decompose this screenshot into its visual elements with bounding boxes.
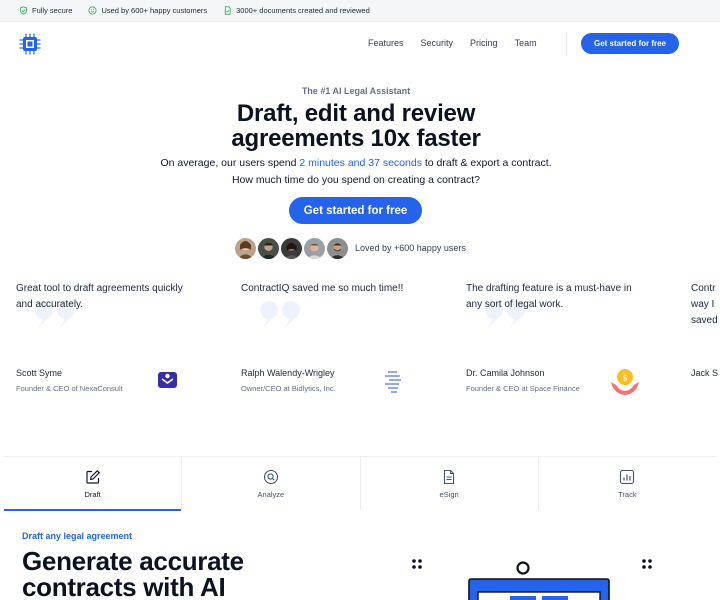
testimonial-role: Owner/CEO at Bidlytics, Inc. — [241, 384, 336, 393]
svg-text:$: $ — [622, 374, 628, 384]
nav-get-started-button[interactable]: Get started for free — [581, 33, 679, 54]
hero-title-line-2: agreements 10x faster — [231, 125, 481, 152]
trust-item-secure: Fully secure — [19, 6, 72, 15]
bar-chart-icon — [620, 469, 635, 484]
section-eyebrow: Draft any legal agreement — [22, 531, 133, 541]
testimonial-name: Ralph Walendy-Wrigley — [241, 368, 335, 378]
testimonial-role: Founder & CEO at Space Finance — [466, 384, 580, 393]
tab-label: Track — [618, 489, 637, 499]
nexaconsult-logo — [158, 372, 177, 388]
main-navbar: Features Security Pricing Team Get start… — [0, 22, 720, 68]
dots-icon — [412, 559, 422, 569]
trust-item-documents: 3000+ documents created and reviewed — [223, 6, 370, 15]
nav-link-team[interactable]: Team — [515, 38, 537, 48]
document-field — [542, 596, 568, 600]
testimonial-quote: Great tool to draft agreements quickly a… — [16, 283, 183, 310]
avatar — [279, 236, 304, 261]
smile-icon — [88, 6, 97, 15]
trust-item-label: Used by 600+ happy customers — [101, 6, 208, 15]
search-icon — [263, 469, 278, 484]
shield-check-icon — [20, 6, 27, 15]
document-check-icon — [225, 6, 231, 15]
hero-sub-text: On average, our users spend — [160, 157, 300, 169]
section-title-line-2: contracts with AI — [22, 572, 226, 600]
chip-logo-icon[interactable] — [18, 32, 42, 56]
hero-title: Draft, edit and review agreements 10x fa… — [0, 101, 712, 151]
loved-by-text: Loved by +600 happy users — [355, 243, 466, 253]
trust-item-label: Fully secure — [32, 6, 73, 15]
pin-icon — [516, 561, 530, 575]
space-finance-logo: $ — [611, 369, 639, 395]
hero-eyebrow: The #1 AI Legal Assistant — [301, 86, 411, 96]
section-title: Generate accurate contracts with AI — [22, 548, 244, 600]
nav-link-security[interactable]: Security — [421, 38, 454, 48]
testimonial-quote: The drafting feature is a must-have in a… — [466, 283, 632, 310]
section-title-line-1: Generate accurate — [22, 546, 244, 576]
testimonial-quote: ContractIQ saved me so much time!! — [241, 283, 404, 294]
testimonial-card: ContractIQ saved me so much time!! Ralph… — [241, 268, 451, 404]
hero-subtitle: On average, our users spend 2 minutes an… — [150, 155, 562, 189]
tab-analyze[interactable]: Analyze — [182, 457, 361, 510]
tab-draft[interactable]: Draft — [4, 457, 183, 511]
testimonial-name: Dr. Camila Johnson — [466, 368, 545, 378]
tab-label: Analyze — [257, 489, 285, 499]
document-header — [477, 591, 601, 600]
feature-tabs: Draft Analyze eSign Track — [4, 456, 716, 511]
edit-icon — [86, 469, 100, 484]
nav-divider — [566, 32, 567, 56]
tab-label: Draft — [84, 489, 101, 499]
tab-esign[interactable]: eSign — [361, 457, 539, 510]
top-trust-bar: Fully secure Used by 600+ happy customer… — [0, 0, 720, 22]
testimonial-card: Contr way I saved Jack S — [691, 268, 720, 404]
avatar — [256, 236, 281, 261]
nav-link-features[interactable]: Features — [368, 38, 404, 48]
testimonial-name: Scott Syme — [16, 368, 63, 378]
testimonial-quote: Contr way I saved — [691, 283, 718, 326]
testimonial-card: The drafting feature is a must-have in a… — [466, 268, 676, 404]
tab-label: eSign — [439, 489, 459, 499]
user-avatars — [233, 236, 350, 261]
dots-icon — [642, 559, 652, 569]
document-field — [510, 596, 536, 600]
tab-track[interactable]: Track — [539, 457, 716, 510]
avatar — [302, 236, 327, 261]
testimonial-name: Jack S — [691, 368, 719, 378]
testimonial-card: Great tool to draft agreements quickly a… — [16, 268, 226, 404]
hero-title-line-1: Draft, edit and review — [236, 100, 476, 127]
document-icon — [444, 469, 455, 484]
hero-sub-highlight: 2 minutes and 37 seconds — [299, 157, 422, 169]
avatar — [233, 236, 258, 261]
trust-item-label: 3000+ documents created and reviewed — [236, 6, 370, 15]
nav-link-pricing[interactable]: Pricing — [470, 38, 498, 48]
avatar — [325, 236, 350, 261]
bidlytics-logo — [385, 371, 401, 393]
quote-icon — [260, 301, 300, 328]
testimonials-carousel: Great tool to draft agreements quickly a… — [0, 268, 720, 404]
draft-illustration — [412, 559, 652, 600]
trust-item-customers: Used by 600+ happy customers — [88, 6, 207, 15]
testimonial-role: Founder & CEO of NexaConsult — [16, 384, 123, 393]
nav-links: Features Security Pricing Team — [368, 38, 537, 48]
hero-get-started-button[interactable]: Get started for free — [289, 197, 422, 224]
